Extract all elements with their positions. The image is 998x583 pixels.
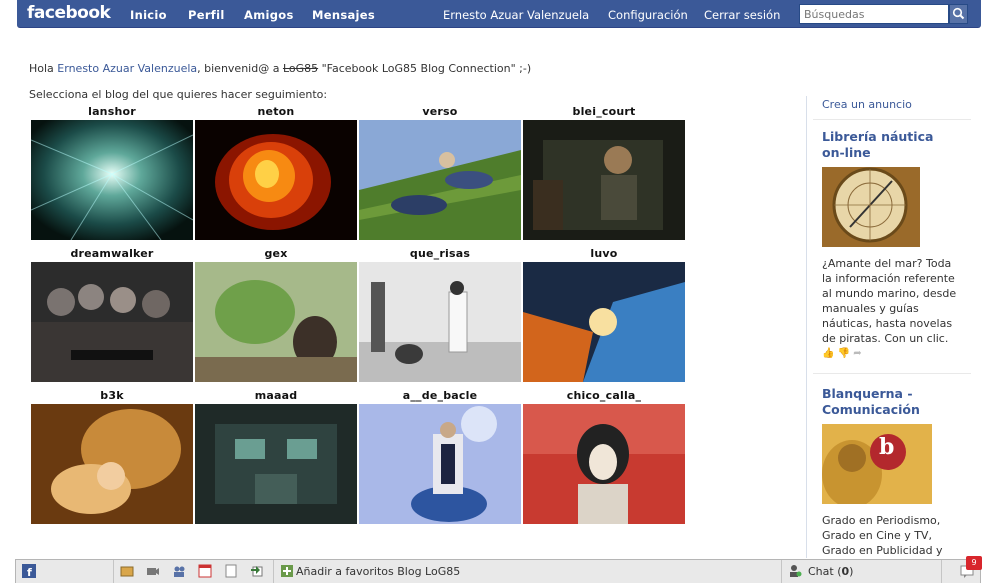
blog-thumbnail[interactable] [195, 404, 357, 524]
bb-facebook-section: f [16, 560, 114, 583]
blog-name: blei_court [572, 105, 636, 118]
blog-thumbnail[interactable] [359, 262, 521, 382]
blog-card-maaad[interactable]: maaad [195, 389, 357, 524]
blog-name: chico_calla_ [566, 389, 642, 402]
blog-select-prompt: Selecciona el blog del que quieres hacer… [29, 88, 328, 101]
thumbs-up-icon[interactable]: 👍 [822, 348, 834, 359]
divider [813, 373, 971, 374]
blog-name: verso [422, 105, 458, 118]
blog-name: gex [264, 247, 288, 260]
divider [813, 119, 971, 120]
blog-name: b3k [100, 389, 124, 402]
nav-mensajes[interactable]: Mensajes [312, 8, 375, 22]
ad-image-blanquerna[interactable]: b [822, 424, 932, 508]
notification-badge: 9 [966, 556, 982, 570]
top-bar: facebook Inicio Perfil Amigos Mensajes E… [17, 0, 981, 28]
blog-card-b3k[interactable]: b3k [31, 389, 193, 524]
user-link[interactable]: Ernesto Azuar Valenzuela [57, 62, 197, 75]
calendar-icon[interactable] [198, 564, 212, 578]
search-input[interactable] [799, 4, 949, 24]
nav-amigos[interactable]: Amigos [244, 8, 294, 22]
blog-name: lanshor [88, 105, 136, 118]
add-favorites-text[interactable]: Añadir a favoritos Blog LoG85 [296, 565, 460, 578]
search-button[interactable] [949, 4, 968, 24]
bb-apps-section [114, 560, 274, 583]
bb-bookmark-section[interactable]: Añadir a favoritos Blog LoG85 [274, 560, 782, 583]
greeting-text: Hola Ernesto Azuar Valenzuela, bienvenid… [29, 62, 532, 75]
search-icon [952, 7, 965, 20]
blog-thumbnail[interactable] [359, 404, 521, 524]
blog-card-neton[interactable]: neton [195, 105, 357, 240]
nav-logout[interactable]: Cerrar sesión [704, 8, 780, 22]
blog-thumbnail[interactable] [523, 120, 685, 240]
blog-card-luvo[interactable]: luvo [523, 247, 685, 382]
blog-name: que_risas [409, 247, 471, 260]
blog-card-que_risas[interactable]: que_risas [359, 247, 521, 382]
nav-settings[interactable]: Configuración [608, 8, 688, 22]
svg-text:f: f [27, 566, 32, 578]
blog-thumbnail[interactable] [195, 262, 357, 382]
nav-perfil[interactable]: Perfil [188, 8, 225, 22]
blog-card-verso[interactable]: verso [359, 105, 521, 240]
chat-label[interactable]: Chat (0) [808, 565, 853, 578]
blog-thumbnail[interactable] [31, 262, 193, 382]
nav-inicio[interactable]: Inicio [130, 8, 167, 22]
bookmark-icon[interactable] [250, 564, 264, 578]
blog-name: maaad [254, 389, 298, 402]
blog-name: luvo [590, 247, 618, 260]
ad-title-blanquerna[interactable]: Blanquerna - Comunicación [822, 386, 920, 418]
bb-chat-section[interactable]: Chat (0) [782, 560, 942, 583]
blog-thumbnail[interactable] [31, 404, 193, 524]
blog-name: neton [257, 105, 295, 118]
ad-image-compass[interactable] [822, 167, 920, 247]
blog-card-blei_court[interactable]: blei_court [523, 105, 685, 240]
notes-icon[interactable] [224, 564, 238, 578]
ad-title-nautica[interactable]: Librería náutica on-line [822, 129, 933, 161]
applications-icon[interactable] [120, 564, 134, 578]
nav-user-profile[interactable]: Ernesto Azuar Valenzuela [443, 8, 589, 22]
facebook-logo[interactable]: facebook [27, 3, 111, 23]
thumbs-down-icon[interactable]: 👎 [838, 348, 850, 359]
chat-count: 0 [841, 565, 850, 578]
add-favorite-icon [281, 565, 293, 577]
blog-thumbnail[interactable] [523, 262, 685, 382]
video-icon[interactable] [146, 564, 160, 578]
blog-name: dreamwalker [70, 247, 154, 260]
blog-card-dreamwalker[interactable]: dreamwalker [31, 247, 193, 382]
blog-card-gex[interactable]: gex [195, 247, 357, 382]
blog-thumbnail[interactable] [523, 404, 685, 524]
blog-thumbnail[interactable] [359, 120, 521, 240]
friends-icon[interactable] [172, 564, 186, 578]
chat-user-icon [790, 565, 802, 577]
struck-text: LoG85 [282, 62, 319, 75]
ad-feedback-icons[interactable]: 👍 👎 ➦ [822, 348, 862, 359]
blog-name: a__de_bacle [402, 389, 478, 402]
ad-text-nautica: ¿Amante del mar? Toda la información ref… [822, 257, 957, 345]
blog-thumbnail[interactable] [31, 120, 193, 240]
blanquerna-logo-icon [822, 434, 906, 508]
create-ad-link[interactable]: Crea un anuncio [822, 98, 912, 111]
bottom-chat-bar: f Añadir a favoritos Blog LoG85 Chat (0)… [15, 556, 982, 583]
blog-card-chico_calla_[interactable]: chico_calla_ [523, 389, 685, 524]
blog-card-a__de_bacle[interactable]: a__de_bacle [359, 389, 521, 524]
ad-text-blanquerna: Grado en Periodismo, Grado en Cine y TV,… [822, 514, 943, 557]
blog-thumbnail[interactable] [195, 120, 357, 240]
blog-card-lanshor[interactable]: lanshor [31, 105, 193, 240]
blanquerna-letter: b [879, 434, 895, 460]
facebook-icon[interactable]: f [22, 564, 36, 578]
ads-sidebar: Crea un anuncio Librería náutica on-line… [806, 96, 971, 558]
share-icon[interactable]: ➦ [853, 348, 861, 359]
